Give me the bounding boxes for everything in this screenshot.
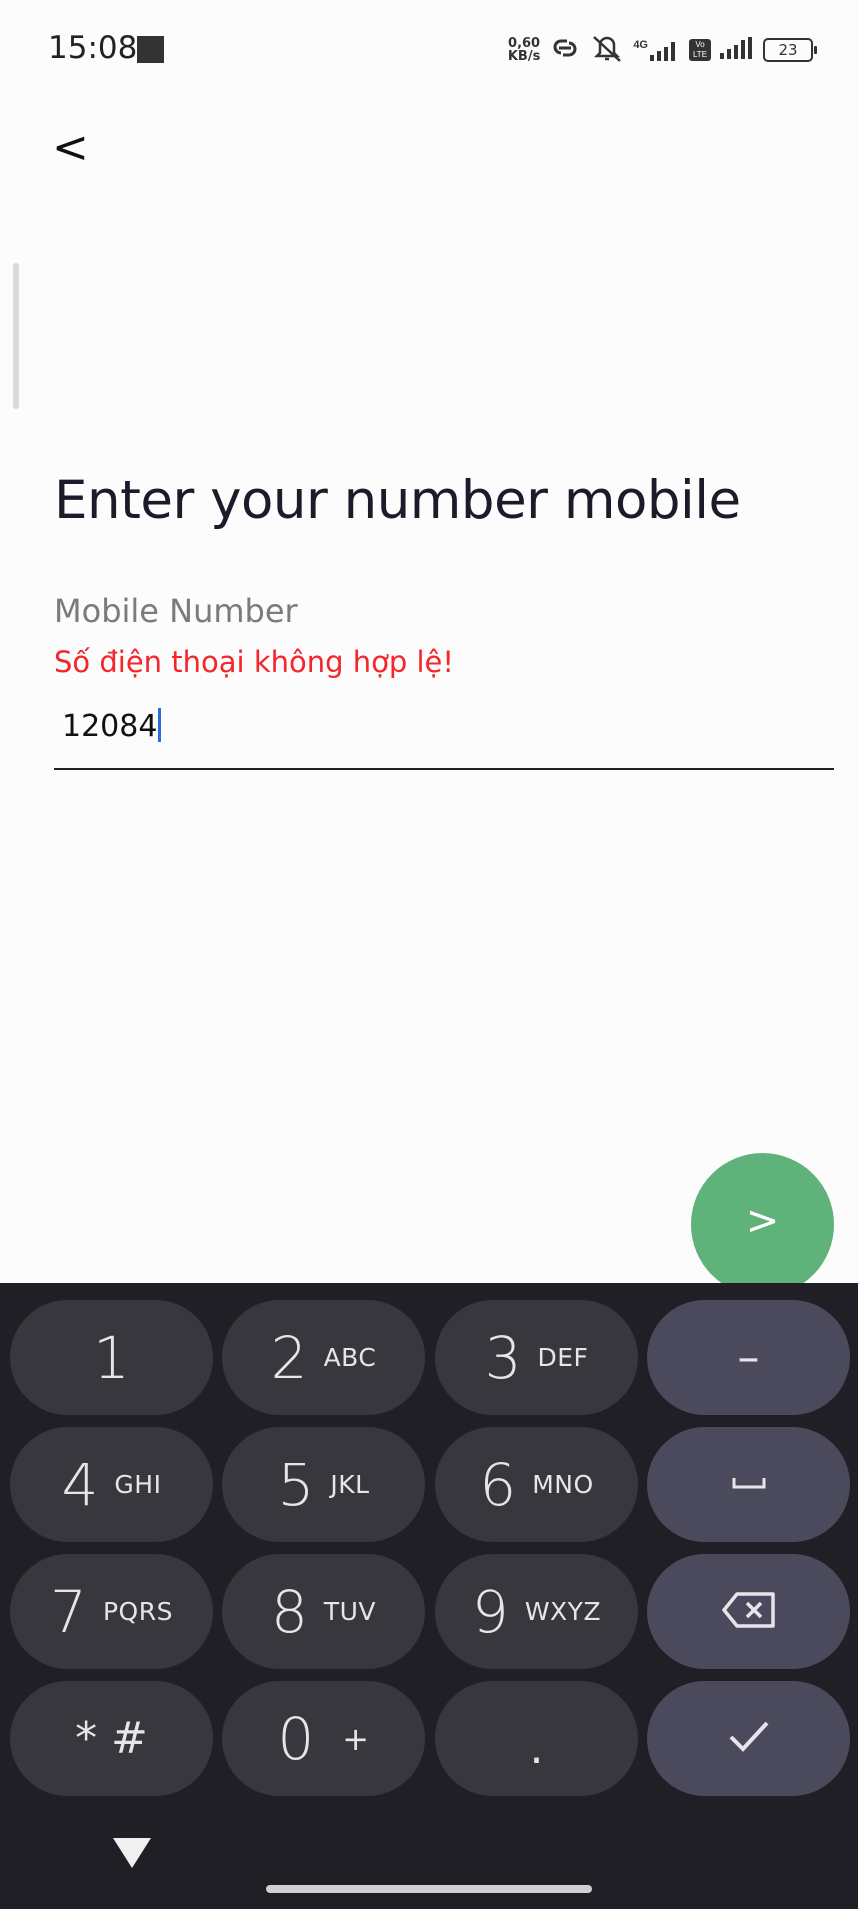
key-star-hash[interactable]: * # [10, 1681, 213, 1796]
key-letters: MNO [532, 1470, 594, 1499]
key-6[interactable]: 6 MNO [435, 1427, 638, 1542]
volte-icon: Vo LTE [689, 39, 711, 61]
battery-icon: 23 [763, 38, 817, 62]
key-letters: GHI [114, 1470, 162, 1499]
error-message: Số điện thoại không hợp lệ! [54, 645, 455, 679]
key-digit: * # [75, 1713, 148, 1764]
minus-key[interactable]: – [647, 1300, 850, 1415]
key-letters: JKL [330, 1470, 370, 1499]
key-letters: DEF [537, 1343, 589, 1372]
link-icon [549, 37, 581, 64]
net-speed: 0,60 KB/s [508, 37, 540, 63]
status-icons: 0,60 KB/s 4G Vo LTE 23 [508, 30, 817, 70]
page-title: Enter your number mobile [54, 470, 741, 531]
check-icon [726, 1719, 772, 1759]
navigation-handle[interactable] [266, 1885, 592, 1893]
key-letters: TUV [323, 1597, 377, 1626]
key-digit: 9 [471, 1577, 509, 1646]
key-digit: 6 [479, 1450, 517, 1519]
key-digit: 0 [277, 1704, 315, 1773]
mobile-number-label: Mobile Number [54, 592, 298, 630]
key-0[interactable]: 0 + [222, 1681, 425, 1796]
done-key[interactable] [647, 1681, 850, 1796]
scroll-indicator [13, 263, 19, 409]
status-bar: 15:08 0,60 KB/s 4G Vo LTE 23 [0, 0, 858, 100]
key-digit: 2 [270, 1323, 308, 1392]
key-digit: . [529, 1723, 544, 1774]
key-9[interactable]: 9 WXYZ [435, 1554, 638, 1669]
back-button[interactable]: < [52, 122, 89, 173]
key-8[interactable]: 8 TUV [222, 1554, 425, 1669]
key-4[interactable]: 4 GHI [10, 1427, 213, 1542]
net-speed-unit: KB/s [507, 49, 541, 64]
key-period[interactable]: . [435, 1681, 638, 1796]
key-5[interactable]: 5 JKL [222, 1427, 425, 1542]
key-digit: 3 [484, 1323, 522, 1392]
status-time: 15:08 [48, 30, 138, 66]
key-digit: 1 [93, 1323, 130, 1392]
backspace-key[interactable] [647, 1554, 850, 1669]
volte-label: Vo LTE [692, 40, 708, 59]
key-digit: 7 [50, 1577, 87, 1646]
space-key[interactable] [647, 1427, 850, 1542]
signal-4g-label: 4G [633, 39, 648, 51]
backspace-icon [721, 1590, 777, 1634]
numeric-keyboard: 1 2 ABC 3 DEF – 4 GHI 5 JKL 6 MNO 7 PQRS… [0, 1283, 858, 1909]
next-button[interactable]: > [691, 1153, 834, 1296]
key-digit: 4 [61, 1450, 99, 1519]
key-3[interactable]: 3 DEF [435, 1300, 638, 1415]
mute-icon [590, 33, 624, 68]
signal-icon: 4G [633, 39, 680, 61]
key-letters: PQRS [102, 1597, 173, 1626]
key-letters: + [342, 1719, 370, 1758]
key-letters: ABC [323, 1343, 377, 1372]
key-2[interactable]: 2 ABC [222, 1300, 425, 1415]
key-digit: 5 [277, 1450, 315, 1519]
signal-icon [720, 36, 754, 64]
key-7[interactable]: 7 PQRS [10, 1554, 213, 1669]
hide-keyboard-icon[interactable] [113, 1838, 151, 1868]
mobile-number-input[interactable] [54, 700, 834, 770]
key-1[interactable]: 1 [10, 1300, 213, 1415]
minus-symbol: – [737, 1332, 760, 1383]
key-digit: 8 [270, 1577, 308, 1646]
space-icon [731, 1475, 767, 1495]
notification-icon [137, 36, 164, 63]
key-letters: WXYZ [524, 1597, 602, 1626]
